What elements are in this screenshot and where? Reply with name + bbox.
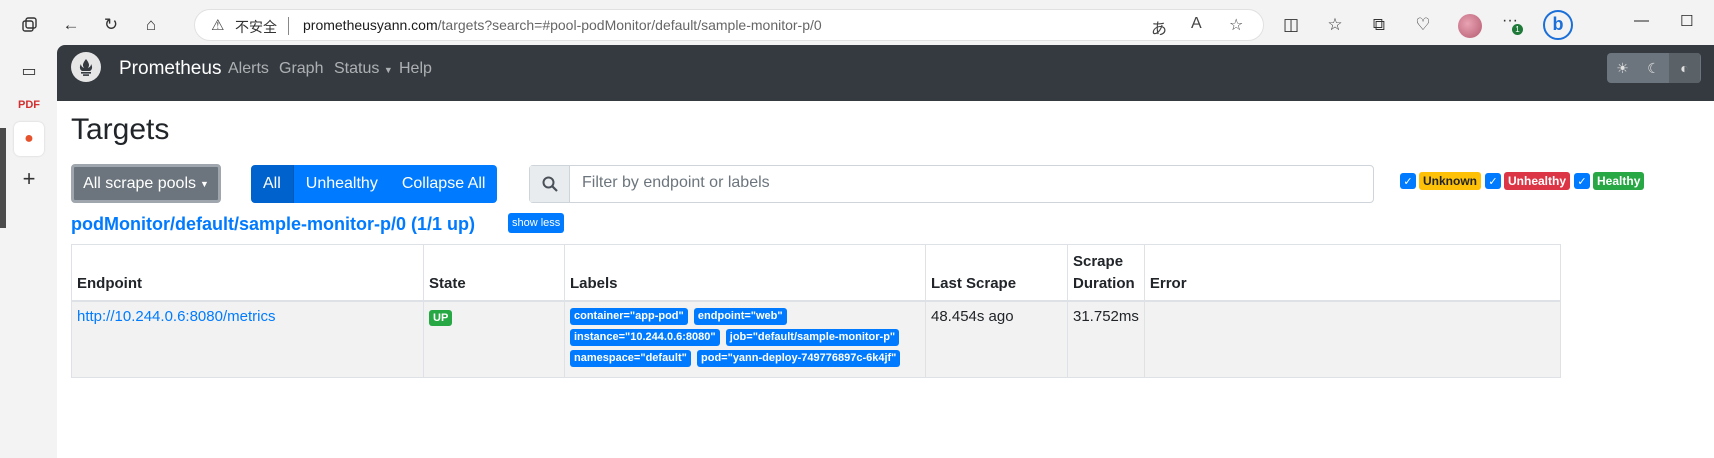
label-badge: namespace="default" xyxy=(570,349,691,367)
sidebar-edge xyxy=(0,128,6,228)
labels-list: container="app-pod" endpoint="web" insta… xyxy=(570,307,915,371)
label-badge: job="default/sample-monitor-p" xyxy=(725,328,900,346)
split-screen-icon[interactable]: ◫ xyxy=(1278,12,1304,38)
column-header-last-scrape: Last Scrape xyxy=(925,244,1068,302)
divider xyxy=(288,17,289,35)
prometheus-tab-icon[interactable]: ● xyxy=(18,128,40,150)
maximize-icon[interactable]: ☐ xyxy=(1680,12,1693,30)
healthy-checkbox[interactable]: ✓ xyxy=(1574,173,1591,189)
address-bar[interactable]: ⚠ 不安全 prometheusyann.com/targets?search=… xyxy=(194,9,1264,41)
label-badge: pod="yann-deploy-749776897c-6k4jf" xyxy=(697,349,901,367)
more-menu-icon[interactable]: ··· 1 xyxy=(1502,12,1523,35)
theme-toggle-group: ☀ ☾ ◐ xyxy=(1607,53,1701,83)
column-header-state: State xyxy=(423,244,565,302)
column-header-error: Error xyxy=(1143,244,1562,302)
minimize-icon[interactable]: — xyxy=(1634,12,1649,29)
favorites-icon[interactable]: ☆ xyxy=(1322,12,1348,38)
scrape-pools-dropdown[interactable]: All scrape pools ▼ xyxy=(71,164,221,203)
label-badge: endpoint="web" xyxy=(693,307,787,325)
url-text[interactable]: prometheusyann.com/targets?search=#pool-… xyxy=(303,17,822,33)
nav-graph[interactable]: Graph xyxy=(279,60,323,78)
filter-button-group: All Unhealthy Collapse All xyxy=(251,165,498,203)
vertical-tab-sidebar: ▭ PDF ● + xyxy=(0,50,56,458)
targets-table: Endpoint State Labels Last Scrape Scrape… xyxy=(71,244,1562,378)
filter-unhealthy-button[interactable]: Unhealthy xyxy=(293,165,390,203)
brand-name[interactable]: Prometheus xyxy=(119,58,221,80)
page-title: Targets xyxy=(71,113,170,146)
tab-icon[interactable]: ▭ xyxy=(18,60,40,82)
nav-alerts[interactable]: Alerts xyxy=(228,60,269,78)
browser-toolbar: ← ↻ ⌂ ⚠ 不安全 prometheusyann.com/targets?s… xyxy=(0,0,1714,50)
translate-icon[interactable]: あ xyxy=(1151,15,1167,39)
light-theme-icon[interactable]: ☀ xyxy=(1607,53,1638,83)
performance-icon[interactable]: ♡ xyxy=(1410,12,1436,38)
column-header-scrape-duration: Scrape Duration xyxy=(1067,244,1145,302)
endpoint-link[interactable]: http://10.244.0.6:8080/metrics xyxy=(77,308,275,325)
label-badge: container="app-pod" xyxy=(570,307,688,325)
prometheus-logo-icon[interactable] xyxy=(71,52,101,82)
state-badge: UP xyxy=(429,309,453,326)
endpoint-cell: http://10.244.0.6:8080/metrics xyxy=(71,300,424,378)
back-icon[interactable]: ← xyxy=(58,12,84,38)
profile-avatar[interactable] xyxy=(1458,14,1482,38)
navbar: Prometheus Alerts Graph Status ▼ Help ☀ … xyxy=(57,45,1714,101)
scrape-duration-cell: 31.752ms xyxy=(1067,300,1145,378)
tab-actions-icon[interactable] xyxy=(16,12,42,38)
new-tab-icon[interactable]: + xyxy=(18,166,40,191)
read-aloud-icon[interactable]: A xyxy=(1191,15,1202,33)
filter-box xyxy=(529,165,1374,203)
pdf-tab-icon[interactable]: PDF xyxy=(18,94,40,116)
page-viewport: Prometheus Alerts Graph Status ▼ Help ☀ … xyxy=(57,45,1714,458)
home-icon[interactable]: ⌂ xyxy=(138,12,164,38)
bing-copilot-icon[interactable]: b xyxy=(1543,10,1573,40)
table-row: http://10.244.0.6:8080/metrics UP contai… xyxy=(71,300,1562,378)
nav-status[interactable]: Status ▼ xyxy=(334,60,393,78)
column-header-endpoint: Endpoint xyxy=(71,244,424,302)
labels-cell: container="app-pod" endpoint="web" insta… xyxy=(564,300,926,378)
chevron-down-icon: ▼ xyxy=(383,65,393,75)
auto-theme-icon[interactable]: ◐ xyxy=(1669,53,1700,83)
pool-title-link[interactable]: podMonitor/default/sample-monitor-p/0 (1… xyxy=(71,214,475,235)
unhealthy-checkbox[interactable]: ✓ xyxy=(1485,173,1501,189)
show-less-button[interactable]: show less xyxy=(508,213,565,233)
collections-icon[interactable]: ⧉ xyxy=(1366,12,1392,38)
filter-input[interactable] xyxy=(582,174,1342,192)
healthy-badge: Healthy xyxy=(1593,172,1645,190)
refresh-icon[interactable]: ↻ xyxy=(98,12,124,38)
unhealthy-badge: Unhealthy xyxy=(1504,172,1571,190)
unknown-badge: Unknown xyxy=(1419,172,1481,190)
state-cell: UP xyxy=(423,300,565,378)
last-scrape-cell: 48.454s ago xyxy=(925,300,1068,378)
notification-badge: 1 xyxy=(1512,24,1523,35)
search-icon xyxy=(530,166,570,202)
dark-theme-icon[interactable]: ☾ xyxy=(1638,53,1669,83)
caret-down-icon: ▼ xyxy=(200,178,209,189)
unknown-checkbox[interactable]: ✓ xyxy=(1400,173,1416,189)
nav-help[interactable]: Help xyxy=(399,60,432,78)
security-label[interactable]: 不安全 xyxy=(235,17,277,37)
favorite-star-icon[interactable]: ☆ xyxy=(1229,15,1243,35)
error-cell xyxy=(1143,300,1562,378)
health-filters: ✓ Unknown ✓ Unhealthy ✓ Healthy xyxy=(1400,172,1648,190)
collapse-all-button[interactable]: Collapse All xyxy=(389,165,498,203)
column-header-labels: Labels xyxy=(564,244,926,302)
warning-icon[interactable]: ⚠ xyxy=(211,16,224,34)
label-badge: instance="10.244.0.6:8080" xyxy=(570,328,720,346)
filter-all-button[interactable]: All xyxy=(251,165,294,203)
